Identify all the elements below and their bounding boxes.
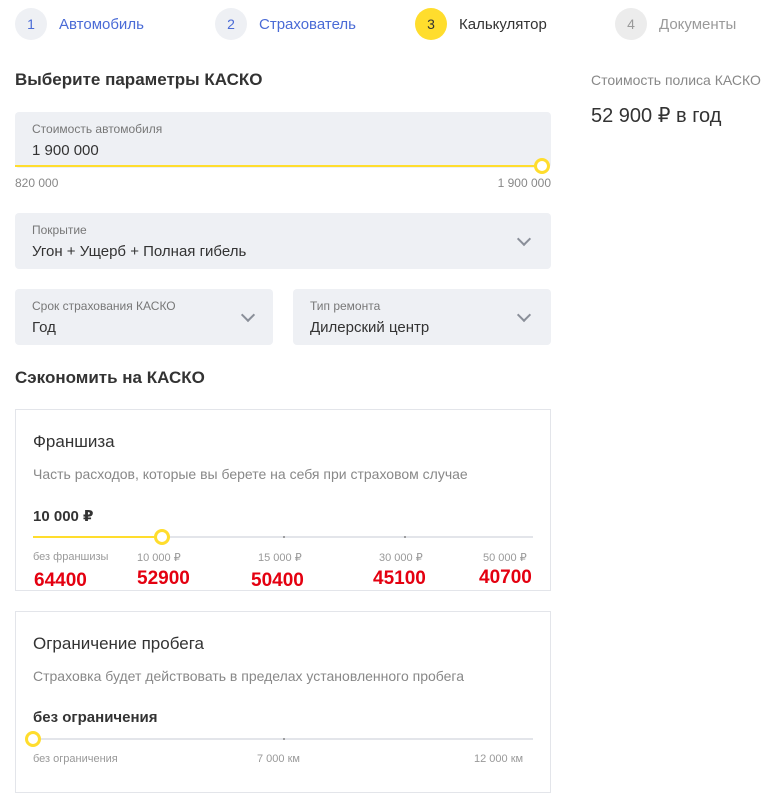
car-value-field[interactable]: Стоимость автомобиля 1 900 000 <box>15 112 551 168</box>
franchise-option-label[interactable]: без франшизы <box>33 551 108 563</box>
franchise-price-annotation: 40700 <box>479 567 532 588</box>
step-label: Страхователь <box>259 15 356 33</box>
step-documents[interactable]: 4 Документы <box>615 8 736 40</box>
franchise-selected-value: 10 000 ₽ <box>33 508 94 525</box>
step-number: 3 <box>415 8 447 40</box>
franchise-title: Франшиза <box>33 432 115 451</box>
car-value-max: 1 900 000 <box>497 176 551 190</box>
car-value-label: Стоимость автомобиля <box>32 122 163 136</box>
chevron-down-icon <box>516 231 532 247</box>
mileage-card: Ограничение пробега Страховка будет дейс… <box>15 611 551 793</box>
franchise-card: Франшиза Часть расходов, которые вы бере… <box>15 409 551 591</box>
franchise-option-label[interactable]: 50 000 ₽ <box>483 551 527 564</box>
coverage-label: Покрытие <box>32 223 87 237</box>
car-value-slider-thumb[interactable] <box>534 158 550 174</box>
car-value-input[interactable]: 1 900 000 <box>32 142 99 159</box>
stepper: 1 Автомобиль 2 Страхователь 3 Калькулято… <box>0 0 776 50</box>
mileage-selected-value: без ограничения <box>33 709 158 726</box>
repair-label: Тип ремонта <box>310 299 381 313</box>
mileage-slider-thumb[interactable] <box>25 731 41 747</box>
term-label: Срок страхования КАСКО <box>32 299 176 313</box>
mileage-option-label[interactable]: 7 000 км <box>257 753 300 765</box>
mileage-description: Страховка будет действовать в пределах у… <box>33 668 465 684</box>
term-value: Год <box>32 319 56 336</box>
franchise-price-annotation: 45100 <box>373 568 426 589</box>
coverage-value: Угон + Ущерб + Полная гибель <box>32 243 247 260</box>
franchise-description: Часть расходов, которые вы берете на себ… <box>33 466 468 482</box>
chevron-down-icon <box>240 307 256 323</box>
franchise-option-label[interactable]: 30 000 ₽ <box>379 551 423 564</box>
coverage-select[interactable]: Покрытие Угон + Ущерб + Полная гибель <box>15 213 551 269</box>
car-value-min: 820 000 <box>15 176 59 190</box>
franchise-tick <box>404 536 406 538</box>
franchise-slider-fill <box>33 536 162 538</box>
term-select[interactable]: Срок страхования КАСКО Год <box>15 289 273 345</box>
mileage-option-label[interactable]: 12 000 км <box>474 753 523 765</box>
franchise-tick <box>283 536 285 538</box>
step-car[interactable]: 1 Автомобиль <box>15 8 144 40</box>
mileage-title: Ограничение пробега <box>33 634 204 653</box>
policy-cost-label: Стоимость полиса КАСКО <box>591 72 761 88</box>
franchise-option-label[interactable]: 15 000 ₽ <box>258 551 302 564</box>
franchise-price-annotation: 52900 <box>137 568 190 589</box>
step-number: 2 <box>215 8 247 40</box>
car-value-slider-track[interactable] <box>15 165 543 167</box>
mileage-tick <box>283 738 285 740</box>
step-calculator[interactable]: 3 Калькулятор <box>415 8 547 40</box>
chevron-down-icon <box>516 307 532 323</box>
save-section-title: Сэкономить на КАСКО <box>15 368 205 387</box>
step-label: Автомобиль <box>59 15 144 33</box>
step-insurer[interactable]: 2 Страхователь <box>215 8 356 40</box>
repair-value: Дилерский центр <box>310 319 430 336</box>
step-label: Калькулятор <box>459 15 547 33</box>
step-number: 4 <box>615 8 647 40</box>
mileage-option-label[interactable]: без ограничения <box>33 753 118 765</box>
franchise-price-annotation: 64400 <box>34 570 87 591</box>
policy-cost-value: 52 900 ₽ в год <box>591 105 722 127</box>
franchise-price-annotation: 50400 <box>251 570 304 591</box>
step-number: 1 <box>15 8 47 40</box>
franchise-option-label[interactable]: 10 000 ₽ <box>137 551 181 564</box>
franchise-slider-thumb[interactable] <box>154 529 170 545</box>
repair-select[interactable]: Тип ремонта Дилерский центр <box>293 289 551 345</box>
page-title: Выберите параметры КАСКО <box>15 70 263 89</box>
step-label: Документы <box>659 15 737 33</box>
